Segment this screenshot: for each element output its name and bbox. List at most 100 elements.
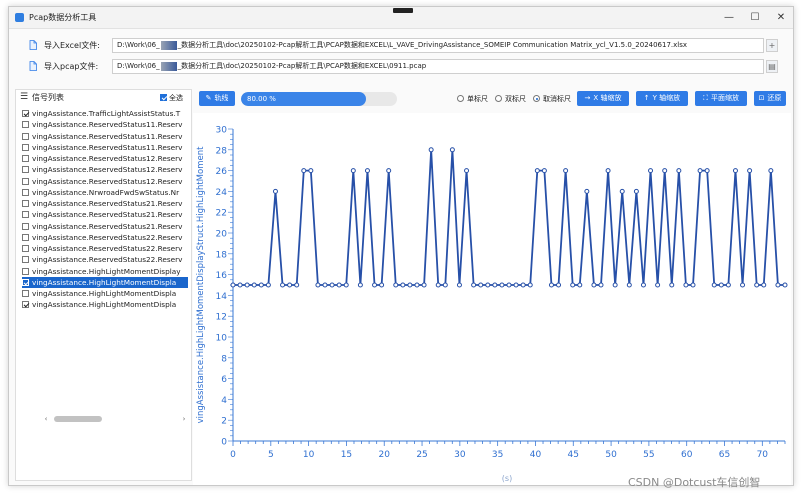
data-point bbox=[280, 282, 286, 288]
x-tick-label: 5 bbox=[268, 450, 274, 460]
x-tick-label: 35 bbox=[492, 450, 503, 460]
redaction-mark bbox=[160, 40, 177, 50]
signal-checkbox[interactable] bbox=[22, 143, 29, 151]
signal-checkbox[interactable] bbox=[22, 256, 29, 264]
signal-checkbox[interactable] bbox=[22, 278, 29, 286]
excel-path-field[interactable]: D:\Work\06_ _数据分析工具\doc\20250102-Pcap解析工具… bbox=[112, 38, 764, 53]
signal-item[interactable]: vingAssistance.ReservedStatus22.Reserv bbox=[22, 243, 188, 254]
restore-button[interactable]: ⊡ 还原 bbox=[754, 91, 786, 106]
data-point bbox=[435, 282, 441, 288]
signal-checkbox[interactable] bbox=[22, 110, 29, 117]
signal-label: vingAssistance.ReservedStatus12.Reserv bbox=[32, 165, 183, 175]
signal-checkbox[interactable] bbox=[22, 200, 29, 207]
data-point bbox=[577, 282, 583, 288]
signal-item[interactable]: vingAssistance.ReservedStatus12.Reserv bbox=[22, 176, 188, 187]
list-icon: ☰ bbox=[20, 92, 29, 102]
signal-checkbox[interactable] bbox=[22, 222, 29, 230]
x-zoom-button[interactable]: → X 轴缩放 bbox=[577, 91, 629, 106]
data-point bbox=[697, 168, 703, 174]
data-point bbox=[449, 147, 455, 153]
signal-checkbox[interactable] bbox=[22, 177, 29, 185]
signal-list[interactable]: vingAssistance.TrafficLightAssistStatus.… bbox=[22, 108, 188, 311]
select-all-checkbox[interactable]: 全选 bbox=[160, 93, 183, 103]
signal-item[interactable]: vingAssistance.HighLightMomentDispla bbox=[22, 288, 188, 299]
signal-checkbox[interactable] bbox=[22, 245, 29, 252]
title-bar[interactable]: Pcap数据分析工具 — ☐ ✕ bbox=[9, 7, 793, 29]
scroll-right-icon[interactable]: › bbox=[180, 414, 188, 424]
signal-checkbox[interactable] bbox=[22, 155, 29, 162]
scroll-left-icon[interactable]: ‹ bbox=[42, 414, 50, 424]
single-ruler-radio[interactable]: 单标尺 bbox=[457, 94, 488, 104]
clear-track-button[interactable]: ✎ 轨线 bbox=[199, 91, 235, 106]
data-point bbox=[619, 188, 625, 194]
signal-checkbox[interactable] bbox=[22, 188, 29, 196]
signal-checkbox[interactable] bbox=[22, 233, 29, 241]
signal-item[interactable]: vingAssistance.ReservedStatus12.Reserv bbox=[22, 153, 188, 164]
data-point bbox=[357, 282, 363, 288]
signal-item[interactable]: vingAssistance.HighLightMomentDisplay bbox=[22, 266, 188, 277]
pcap-label: 导入pcap文件: bbox=[44, 62, 99, 71]
pcap-path-field[interactable]: D:\Work\06_ _数据分析工具\doc\20250102-Pcap解析工具… bbox=[112, 59, 764, 74]
cancel-ruler-radio[interactable]: 取消标尺 bbox=[533, 94, 571, 104]
progress-text: 80.00 % bbox=[247, 95, 276, 103]
signal-item[interactable]: vingAssistance.TrafficLightAssistStatus.… bbox=[22, 108, 188, 119]
pan-zoom-button[interactable]: ⛶ 平面缩放 bbox=[695, 91, 747, 106]
data-point bbox=[308, 168, 314, 174]
data-point bbox=[343, 282, 349, 288]
signal-checkbox[interactable] bbox=[22, 121, 29, 129]
data-point bbox=[740, 282, 746, 288]
x-tick-label: 60 bbox=[681, 450, 693, 460]
data-point bbox=[287, 282, 293, 288]
data-point bbox=[676, 168, 682, 174]
signal-item[interactable]: vingAssistance.ReservedStatus11.Reserv bbox=[22, 142, 188, 153]
data-point bbox=[315, 282, 321, 288]
signal-checkbox[interactable] bbox=[22, 211, 29, 219]
signal-checkbox[interactable] bbox=[22, 301, 29, 309]
y-tick-label: 10 bbox=[216, 334, 228, 344]
signal-label: vingAssistance.ReservedStatus22.Reserv bbox=[32, 244, 183, 253]
signal-label: vingAssistance.ReservedStatus22.Reserv bbox=[32, 232, 183, 242]
radio-icon bbox=[533, 95, 540, 102]
signal-item[interactable]: vingAssistance.ReservedStatus12.Reserv bbox=[22, 164, 188, 175]
data-point bbox=[478, 282, 484, 288]
app-icon bbox=[15, 13, 24, 22]
signal-item[interactable]: vingAssistance.ReservedStatus21.Reserv bbox=[22, 221, 188, 232]
data-point bbox=[456, 282, 462, 288]
y-zoom-button[interactable]: ↑ Y 轴缩放 bbox=[636, 91, 688, 106]
data-point bbox=[725, 282, 731, 288]
signal-item[interactable]: vingAssistance.ReservedStatus21.Reserv bbox=[22, 198, 188, 209]
data-point bbox=[704, 168, 710, 174]
data-point bbox=[775, 282, 781, 288]
signal-label: vingAssistance.ReservedStatus22.Reserv bbox=[32, 255, 183, 265]
horizontal-scrollbar[interactable]: ‹ › bbox=[42, 414, 190, 424]
maximize-button[interactable]: ☐ bbox=[747, 11, 763, 25]
signal-item[interactable]: vingAssistance.NrwroadFwdSwStatus.Nr bbox=[22, 187, 188, 198]
signal-item[interactable]: vingAssistance.ReservedStatus22.Reserv bbox=[22, 254, 188, 265]
signal-label: vingAssistance.ReservedStatus21.Reserv bbox=[32, 210, 183, 220]
signal-item[interactable]: vingAssistance.HighLightMomentDispla bbox=[22, 276, 188, 288]
signal-checkbox[interactable] bbox=[22, 132, 29, 140]
signal-item[interactable]: vingAssistance.ReservedStatus11.Reserv bbox=[22, 119, 188, 130]
window-title: Pcap数据分析工具 bbox=[29, 13, 97, 22]
data-point bbox=[570, 282, 576, 288]
signal-checkbox[interactable] bbox=[22, 290, 29, 297]
pcap-browse-button[interactable]: ▤ bbox=[766, 60, 778, 73]
signal-checkbox[interactable] bbox=[22, 267, 29, 275]
y-tick-label: 20 bbox=[216, 230, 228, 240]
pcap-path-prefix: D:\Work\06_ bbox=[117, 62, 160, 70]
data-point bbox=[251, 282, 257, 288]
double-ruler-radio[interactable]: 双标尺 bbox=[495, 94, 526, 104]
scroll-thumb[interactable] bbox=[54, 416, 102, 422]
signal-chart[interactable]: 0 5 10 15 20 25 30 35 40 45 50 55 60 65 70024681012141… bbox=[193, 113, 791, 485]
signal-item[interactable]: vingAssistance.HighLightMomentDispla bbox=[22, 299, 188, 310]
excel-browse-button[interactable]: + bbox=[766, 39, 778, 52]
close-button[interactable]: ✕ bbox=[773, 11, 789, 25]
minimize-button[interactable]: — bbox=[721, 11, 737, 25]
signal-item[interactable]: vingAssistance.ReservedStatus21.Reserv bbox=[22, 209, 188, 220]
data-point bbox=[612, 282, 618, 288]
data-point bbox=[527, 282, 533, 288]
signal-item[interactable]: vingAssistance.ReservedStatus11.Reserv bbox=[22, 131, 188, 142]
signal-item[interactable]: vingAssistance.ReservedStatus22.Reserv bbox=[22, 232, 188, 243]
signal-checkbox[interactable] bbox=[22, 166, 29, 174]
excel-path-suffix: _数据分析工具\doc\20250102-Pcap解析工具\PCAP数据和EXC… bbox=[177, 41, 688, 49]
